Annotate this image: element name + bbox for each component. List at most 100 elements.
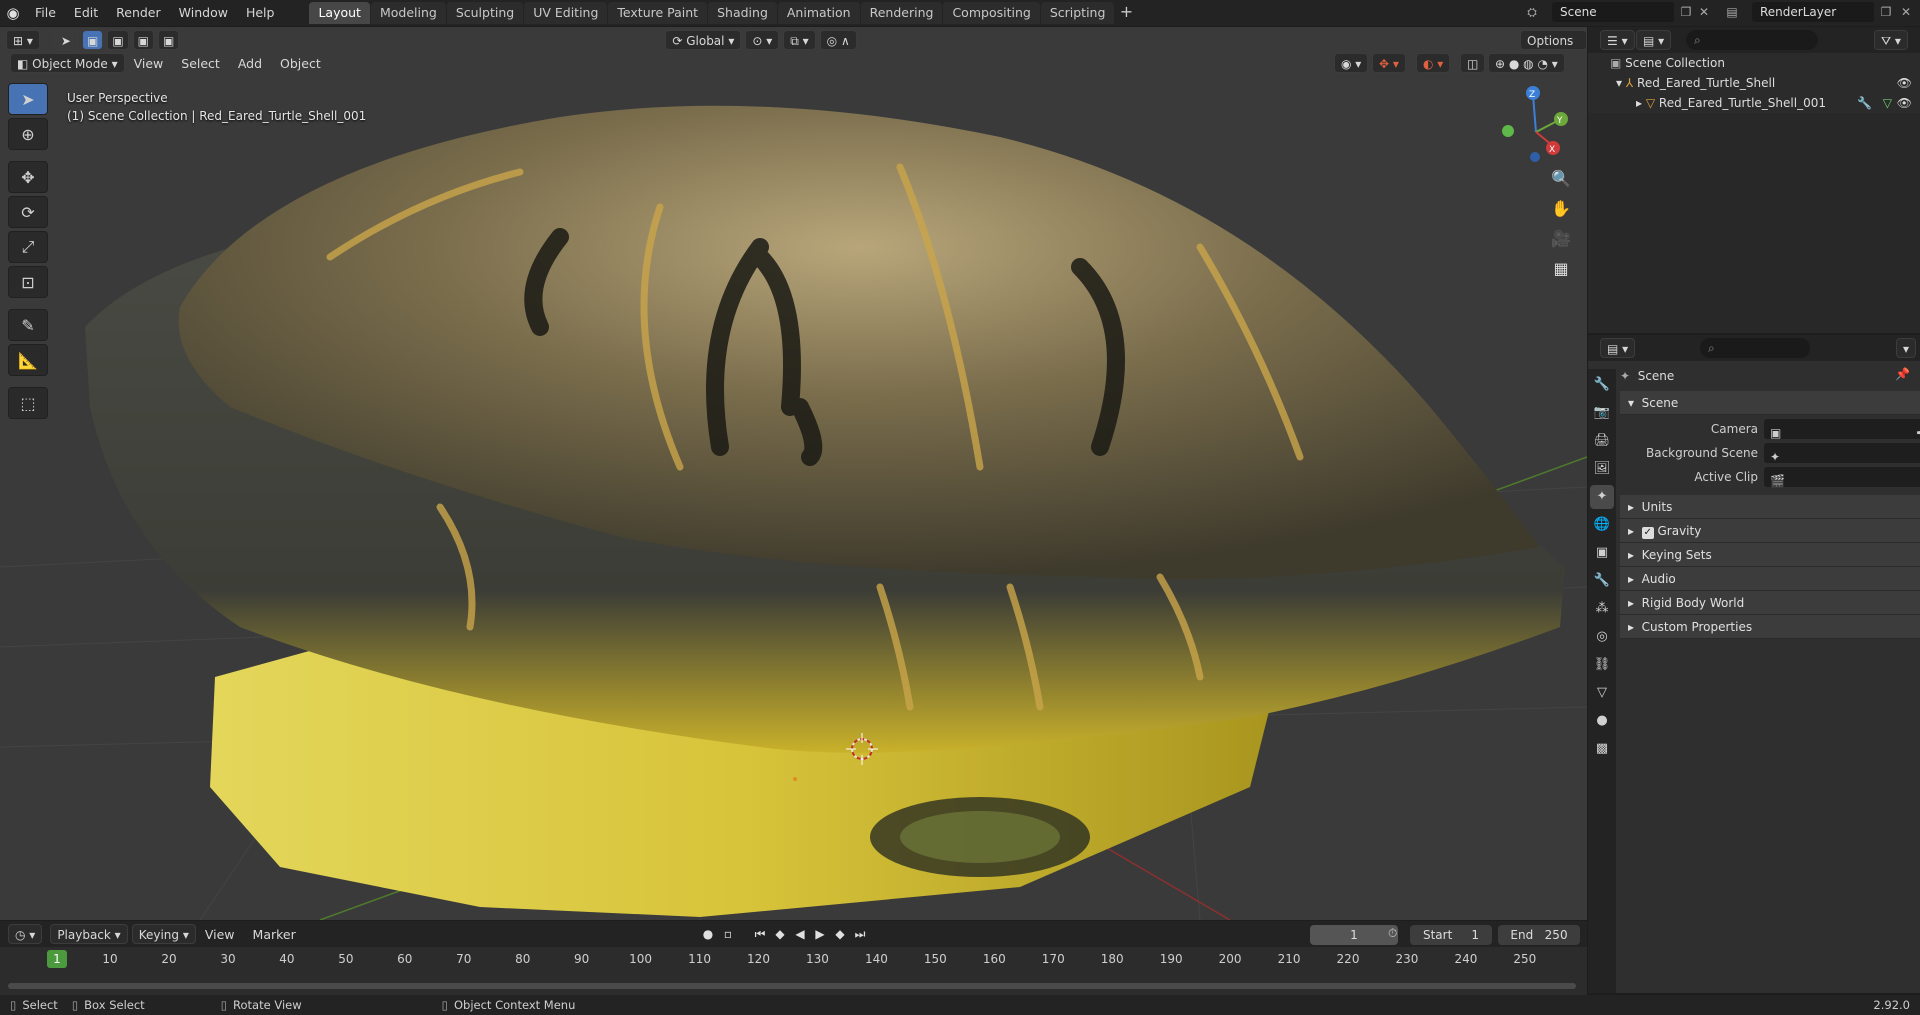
record-icon[interactable]: ● xyxy=(698,924,718,944)
select-mode-intersect-icon[interactable]: ▣ xyxy=(158,30,180,50)
scene-browse-icon[interactable]: ⛭ xyxy=(1524,4,1540,20)
annotate-tool-icon[interactable]: ✎ xyxy=(8,309,48,341)
tab-scripting[interactable]: Scripting xyxy=(1040,2,1115,24)
tab-rendering[interactable]: Rendering xyxy=(860,2,943,24)
current-frame-field[interactable]: 1 xyxy=(1310,925,1398,945)
zoom-icon[interactable]: 🔍 xyxy=(1547,165,1575,193)
outliner-row-scene-collection[interactable]: ▣ Scene Collection xyxy=(1588,53,1920,73)
panel-rigid-body-world-header[interactable]: ▸ Rigid Body World xyxy=(1620,591,1920,615)
move-tool-icon[interactable]: ✥ xyxy=(8,161,48,193)
active-clip-field[interactable]: 🎬 xyxy=(1764,467,1920,488)
material-tab-icon[interactable]: ● xyxy=(1590,709,1614,733)
tab-uv-editing[interactable]: UV Editing xyxy=(524,2,608,24)
menu-help[interactable]: Help xyxy=(237,2,284,24)
pivot-point-icon[interactable]: ⊙ ▾ xyxy=(745,30,780,50)
add-cube-tool-icon[interactable]: ⬚ xyxy=(8,387,48,419)
outliner-filter-icon[interactable]: ⛛ ▾ xyxy=(1874,30,1908,50)
editor-type-icon[interactable]: ⊞ ▾ xyxy=(6,30,40,50)
properties-editor-type-icon[interactable]: ▤ ▾ xyxy=(1600,338,1636,358)
transform-tool-icon[interactable]: ⊡ xyxy=(8,266,48,298)
3d-viewport[interactable]: Z Y X ⊞ ▾ ➤ ▣ ▣ ▣ ▣ ⟳ Global ▾ ⊙ ▾ ⧉ ▾ ◎… xyxy=(0,27,1587,920)
data-tab-icon[interactable]: ▽ xyxy=(1590,681,1614,705)
modifier-tab-icon[interactable]: 🔧 xyxy=(1590,569,1614,593)
current-frame-marker[interactable]: 1 xyxy=(47,950,67,968)
pin-icon[interactable]: 📌 xyxy=(1895,367,1910,381)
delete-scene-icon[interactable]: ✕ xyxy=(1696,4,1712,20)
tab-sculpting[interactable]: Sculpting xyxy=(446,2,524,24)
measure-tool-icon[interactable]: 📐 xyxy=(8,344,48,376)
keying-dropdown[interactable]: Keying ▾ xyxy=(131,924,196,944)
snap-icon[interactable]: ⧉ ▾ xyxy=(783,30,816,50)
new-scene-icon[interactable]: ❐ xyxy=(1678,4,1694,20)
properties-options-icon[interactable]: ▾ xyxy=(1896,338,1917,358)
auto-key-icon[interactable]: ▫ xyxy=(718,924,738,944)
outliner-search-input[interactable]: ⌕ xyxy=(1686,30,1818,50)
panel-gravity-header[interactable]: ▸ ✓ Gravity xyxy=(1620,519,1920,543)
prev-keyframe-icon[interactable]: ◆ xyxy=(770,924,790,944)
xray-toggle-icon[interactable]: ◫ xyxy=(1460,53,1486,73)
shading-modes-icon[interactable]: ⊕ ● ◍ ◔ ▾ xyxy=(1488,53,1565,73)
scale-tool-icon[interactable]: ⤢ xyxy=(8,231,48,263)
menu-select[interactable]: Select xyxy=(172,56,229,71)
scene-name-field[interactable]: Scene xyxy=(1552,2,1674,22)
world-tab-icon[interactable]: 🌐 xyxy=(1590,513,1614,537)
select-mode-new-icon[interactable]: ▣ xyxy=(81,30,104,50)
select-tool-icon[interactable]: ➤ xyxy=(53,30,78,50)
select-mode-subtract-icon[interactable]: ▣ xyxy=(132,30,154,50)
background-scene-field[interactable]: ✦ xyxy=(1764,443,1920,464)
start-frame-field[interactable]: Start 1 xyxy=(1410,925,1492,945)
play-reverse-icon[interactable]: ◀ xyxy=(790,924,810,944)
timeline-editor[interactable]: ◷ ▾ Playback ▾ Keying ▾ View Marker ● ▫ … xyxy=(0,921,1587,998)
display-mode-icon[interactable]: ▤ ▾ xyxy=(1636,30,1672,50)
output-tab-icon[interactable]: 🖨 xyxy=(1590,429,1614,453)
constraints-tab-icon[interactable]: ⛓ xyxy=(1590,653,1614,677)
mode-dropdown[interactable]: ◧ Object Mode ▾ xyxy=(10,53,125,73)
camera-field[interactable]: ▣✒ xyxy=(1764,419,1920,440)
gizmo-toggle-icon[interactable]: ✥ ▾ xyxy=(1372,53,1406,73)
options-dropdown[interactable]: Options ▾ xyxy=(1520,30,1587,68)
panel-scene-header[interactable]: ▾ Scene xyxy=(1620,391,1920,415)
gravity-checkbox[interactable]: ✓ xyxy=(1641,527,1654,539)
outliner-editor-type-icon[interactable]: ☰ ▾ xyxy=(1600,30,1635,50)
navigation-gizmo[interactable]: Z Y X xyxy=(1502,86,1568,162)
playback-dropdown[interactable]: Playback ▾ xyxy=(50,924,128,944)
new-view-layer-icon[interactable]: ❐ xyxy=(1878,4,1894,20)
expand-arrow-icon[interactable]: ▸ xyxy=(1636,96,1642,110)
timeline-editor-type-icon[interactable]: ◷ ▾ xyxy=(8,924,43,944)
use-preview-range-icon[interactable]: ⏱ xyxy=(1388,926,1397,941)
panel-custom-properties-header[interactable]: ▸ Custom Properties xyxy=(1620,615,1920,639)
ortho-grid-icon[interactable]: ▦ xyxy=(1547,255,1575,283)
tab-modeling[interactable]: Modeling xyxy=(370,2,446,24)
proportional-edit-icon[interactable]: ◎ ∧ xyxy=(819,30,857,50)
next-keyframe-icon[interactable]: ◆ xyxy=(830,924,850,944)
select-mode-extend-icon[interactable]: ▣ xyxy=(107,30,129,50)
properties-search-input[interactable]: ⌕ xyxy=(1700,338,1810,358)
visibility-eye-icon[interactable]: 👁 xyxy=(1897,73,1912,93)
tab-texture-paint[interactable]: Texture Paint xyxy=(608,2,708,24)
particles-tab-icon[interactable]: ⁂ xyxy=(1590,597,1614,621)
panel-keying-sets-header[interactable]: ▸ Keying Sets xyxy=(1620,543,1920,567)
outliner-row-collection[interactable]: ▾ ⅄ Red_Eared_Turtle_Shell 👁 xyxy=(1588,73,1920,93)
expand-arrow-icon[interactable]: ▾ xyxy=(1616,76,1622,90)
menu-add[interactable]: Add xyxy=(229,56,271,71)
tab-compositing[interactable]: Compositing xyxy=(943,2,1040,24)
panel-units-header[interactable]: ▸ Units xyxy=(1620,495,1920,519)
scene-tab-icon[interactable]: ✦ xyxy=(1590,485,1614,509)
menu-object[interactable]: Object xyxy=(271,56,330,71)
overlay-toggle-icon[interactable]: ◐ ▾ xyxy=(1416,53,1451,73)
jump-start-icon[interactable]: ⏮ xyxy=(750,924,770,944)
transform-orientation-dropdown[interactable]: ⟳ Global ▾ xyxy=(665,30,742,50)
select-box-tool-icon[interactable]: ➤ xyxy=(8,83,48,115)
tab-shading[interactable]: Shading xyxy=(708,2,777,24)
tab-layout[interactable]: Layout xyxy=(309,2,370,24)
rotate-tool-icon[interactable]: ⟳ xyxy=(8,196,48,228)
menu-view[interactable]: View xyxy=(125,56,173,71)
view-layer-browse-icon[interactable]: ▤ xyxy=(1724,4,1740,20)
visibility-eye-icon[interactable]: 👁 xyxy=(1897,93,1912,113)
view-layer-field[interactable]: RenderLayer xyxy=(1752,2,1874,22)
menu-file[interactable]: File xyxy=(26,2,65,24)
timeline-scrollbar[interactable] xyxy=(8,983,1576,989)
pan-hand-icon[interactable]: ✋ xyxy=(1547,195,1575,223)
outliner-row-object[interactable]: ▸ ▽ Red_Eared_Turtle_Shell_001 🔧 ▽ 👁 xyxy=(1588,93,1920,113)
timeline-menu-marker[interactable]: Marker xyxy=(244,927,305,942)
